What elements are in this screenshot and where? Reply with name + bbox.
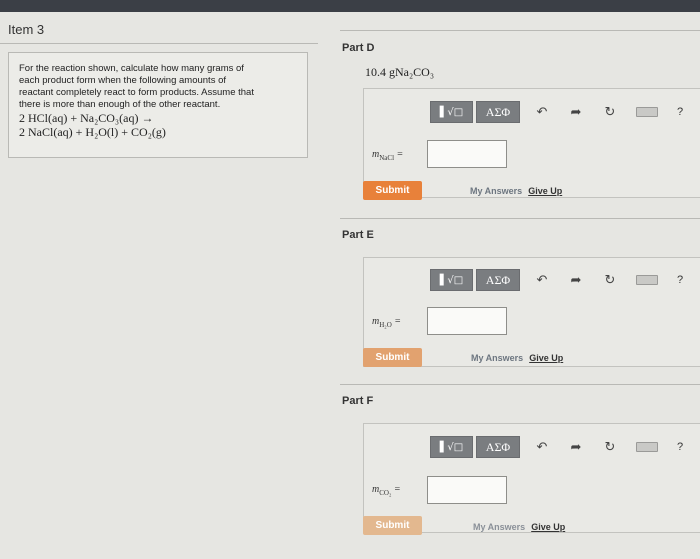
undo-icon[interactable]: ↶: [530, 436, 554, 458]
question-text-line: reactant completely react to form produc…: [19, 87, 254, 98]
var-subscript: NaCl: [379, 154, 395, 162]
part-f-links: My Answers Give Up: [473, 522, 565, 532]
part-d-math-toolbar: ▌√□ ΑΣΦ ↶ ➦ ↻ ?: [430, 101, 692, 123]
greek-symbols-button[interactable]: ΑΣΦ: [476, 101, 520, 123]
my-answers-link[interactable]: My Answers: [473, 522, 525, 532]
part-e-variable-label: mH₂O =: [372, 316, 402, 329]
question-text-line: For the reaction shown, calculate how ma…: [19, 63, 244, 74]
part-d-variable-label: mNaCl =: [372, 149, 404, 162]
equation-products: 2 NaCl(aq) + H₂O(l) + CO₂(g): [19, 125, 166, 139]
give-up-link[interactable]: Give Up: [529, 353, 563, 363]
part-f-divider: [340, 384, 700, 385]
var-subscript: H₂O: [379, 321, 392, 329]
templates-button[interactable]: ▌√□: [430, 101, 473, 123]
keyboard-icon[interactable]: [636, 275, 658, 285]
my-answers-link[interactable]: My Answers: [470, 186, 522, 196]
greek-symbols-button[interactable]: ΑΣΦ: [476, 436, 520, 458]
give-up-link[interactable]: Give Up: [528, 186, 562, 196]
question-text-line: each product form when the following amo…: [19, 75, 227, 86]
part-e-answer-input[interactable]: [427, 307, 507, 335]
part-e-divider: [340, 218, 700, 219]
question-box: For the reaction shown, calculate how ma…: [8, 52, 308, 158]
reset-icon[interactable]: ↻: [598, 436, 622, 458]
redo-icon[interactable]: ➦: [564, 436, 588, 458]
part-f-variable-label: mCO₂ =: [372, 484, 401, 497]
equation-reactants: 2 HCl(aq) + Na₂CO₃(aq) →: [19, 111, 154, 125]
greek-symbols-button[interactable]: ΑΣΦ: [476, 269, 520, 291]
divider: [0, 43, 318, 44]
help-button[interactable]: ?: [672, 436, 688, 458]
part-e-math-toolbar: ▌√□ ΑΣΦ ↶ ➦ ↻ ?: [430, 269, 692, 291]
my-answers-link[interactable]: My Answers: [471, 353, 523, 363]
undo-icon[interactable]: ↶: [530, 101, 554, 123]
undo-icon[interactable]: ↶: [530, 269, 554, 291]
given-amount: 10.4 g: [365, 65, 395, 79]
redo-icon[interactable]: ➦: [564, 269, 588, 291]
reset-icon[interactable]: ↻: [598, 269, 622, 291]
keyboard-icon[interactable]: [636, 107, 658, 117]
part-e-links: My Answers Give Up: [471, 353, 563, 363]
part-d-divider: [340, 30, 700, 31]
templates-button[interactable]: ▌√□: [430, 269, 473, 291]
part-e-submit-button[interactable]: Submit: [363, 348, 422, 367]
top-bar: [0, 0, 700, 12]
part-d-title: Part D: [342, 42, 375, 54]
part-f-math-toolbar: ▌√□ ΑΣΦ ↶ ➦ ↻ ?: [430, 436, 692, 458]
var-subscript: CO₂: [379, 489, 392, 497]
part-d-given: 10.4 gNa₂CO₃: [365, 65, 434, 80]
part-f-title: Part F: [342, 395, 374, 407]
reset-icon[interactable]: ↻: [598, 101, 622, 123]
give-up-link[interactable]: Give Up: [531, 522, 565, 532]
part-d-links: My Answers Give Up: [470, 186, 562, 196]
part-e-title: Part E: [342, 229, 374, 241]
question-text-line: there is more than enough of the other r…: [19, 99, 221, 110]
given-formula: Na₂CO₃: [395, 65, 435, 79]
help-button[interactable]: ?: [672, 101, 688, 123]
redo-icon[interactable]: ➦: [564, 101, 588, 123]
templates-button[interactable]: ▌√□: [430, 436, 473, 458]
part-d-answer-input[interactable]: [427, 140, 507, 168]
keyboard-icon[interactable]: [636, 442, 658, 452]
item-title: Item 3: [8, 22, 45, 37]
part-f-answer-input[interactable]: [427, 476, 507, 504]
help-button[interactable]: ?: [672, 269, 688, 291]
part-d-submit-button[interactable]: Submit: [363, 181, 422, 200]
part-f-submit-button[interactable]: Submit: [363, 516, 422, 535]
